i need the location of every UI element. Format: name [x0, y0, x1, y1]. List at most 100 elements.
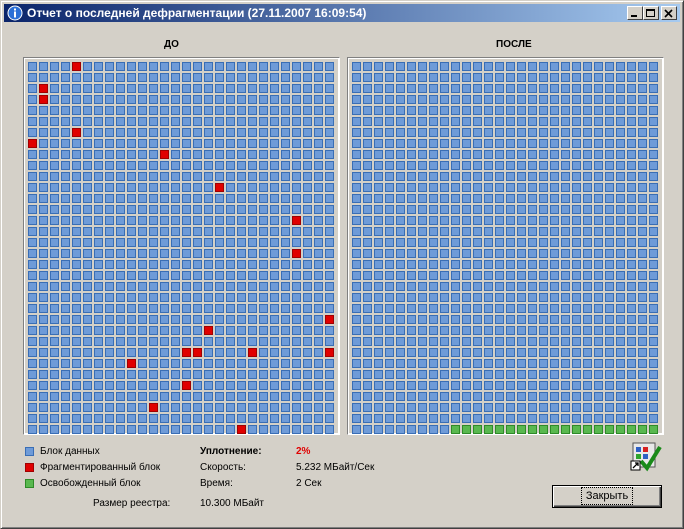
data-block	[517, 73, 526, 82]
data-block	[473, 249, 482, 258]
data-block	[314, 425, 323, 434]
data-block	[248, 161, 257, 170]
data-block	[462, 381, 471, 390]
data-block	[105, 117, 114, 126]
data-block	[462, 260, 471, 269]
data-block	[204, 282, 213, 291]
data-block	[61, 106, 70, 115]
data-block	[649, 414, 658, 423]
data-block	[193, 84, 202, 93]
data-block	[226, 84, 235, 93]
data-block	[385, 117, 394, 126]
data-block	[440, 172, 449, 181]
data-block	[561, 95, 570, 104]
data-block	[314, 249, 323, 258]
data-block	[517, 106, 526, 115]
title-bar[interactable]: Отчет о последней дефрагментации (27.11.…	[4, 4, 680, 22]
data-block	[550, 73, 559, 82]
data-block	[594, 392, 603, 401]
speed-label: Скорость:	[200, 462, 246, 473]
data-block	[83, 84, 92, 93]
data-block	[451, 150, 460, 159]
data-block	[385, 370, 394, 379]
data-block	[116, 348, 125, 357]
data-block	[72, 194, 81, 203]
data-block	[495, 128, 504, 137]
data-block	[561, 337, 570, 346]
data-block	[237, 95, 246, 104]
data-block	[385, 194, 394, 203]
data-block	[259, 95, 268, 104]
maximize-button[interactable]	[643, 6, 659, 20]
data-block	[116, 183, 125, 192]
data-block	[385, 139, 394, 148]
data-block	[605, 73, 614, 82]
data-block	[39, 315, 48, 324]
data-block	[550, 315, 559, 324]
data-block	[418, 117, 427, 126]
data-block	[649, 62, 658, 71]
data-block	[550, 150, 559, 159]
data-block	[182, 238, 191, 247]
data-block	[193, 161, 202, 170]
data-block	[385, 95, 394, 104]
data-block	[94, 348, 103, 357]
data-block	[281, 139, 290, 148]
data-block	[517, 348, 526, 357]
data-block	[39, 238, 48, 247]
data-block	[61, 271, 70, 280]
fragmented-block	[39, 84, 48, 93]
data-block	[105, 414, 114, 423]
data-block	[248, 315, 257, 324]
data-block	[138, 271, 147, 280]
data-block	[594, 227, 603, 236]
data-block	[385, 227, 394, 236]
data-block	[407, 84, 416, 93]
data-block	[72, 227, 81, 236]
data-block	[237, 172, 246, 181]
data-block	[374, 381, 383, 390]
data-block	[193, 392, 202, 401]
data-block	[314, 238, 323, 247]
data-block	[259, 227, 268, 236]
minimize-button[interactable]	[627, 6, 643, 20]
data-block	[517, 161, 526, 170]
data-block	[484, 194, 493, 203]
data-block	[484, 271, 493, 280]
data-block	[506, 73, 515, 82]
data-block	[237, 73, 246, 82]
data-block	[292, 161, 301, 170]
data-block	[83, 348, 92, 357]
data-block	[495, 392, 504, 401]
data-block	[451, 205, 460, 214]
data-block	[352, 425, 361, 434]
data-block	[407, 271, 416, 280]
data-block	[116, 381, 125, 390]
data-block	[215, 337, 224, 346]
close-window-button[interactable]	[661, 6, 677, 20]
data-block	[138, 348, 147, 357]
data-block	[517, 370, 526, 379]
data-block	[303, 128, 312, 137]
data-block	[83, 227, 92, 236]
data-block	[50, 62, 59, 71]
data-block	[28, 359, 37, 368]
data-block	[550, 260, 559, 269]
data-block	[237, 293, 246, 302]
data-block	[363, 282, 372, 291]
data-block	[149, 139, 158, 148]
data-block	[528, 381, 537, 390]
data-block	[270, 73, 279, 82]
data-block	[281, 271, 290, 280]
data-block	[528, 304, 537, 313]
data-block	[325, 106, 334, 115]
data-block	[105, 106, 114, 115]
close-button[interactable]: Закрыть	[552, 485, 662, 508]
data-block	[149, 73, 158, 82]
data-block	[292, 425, 301, 434]
data-block	[50, 238, 59, 247]
data-block	[462, 84, 471, 93]
data-block	[171, 84, 180, 93]
data-block	[473, 315, 482, 324]
data-block	[226, 95, 235, 104]
